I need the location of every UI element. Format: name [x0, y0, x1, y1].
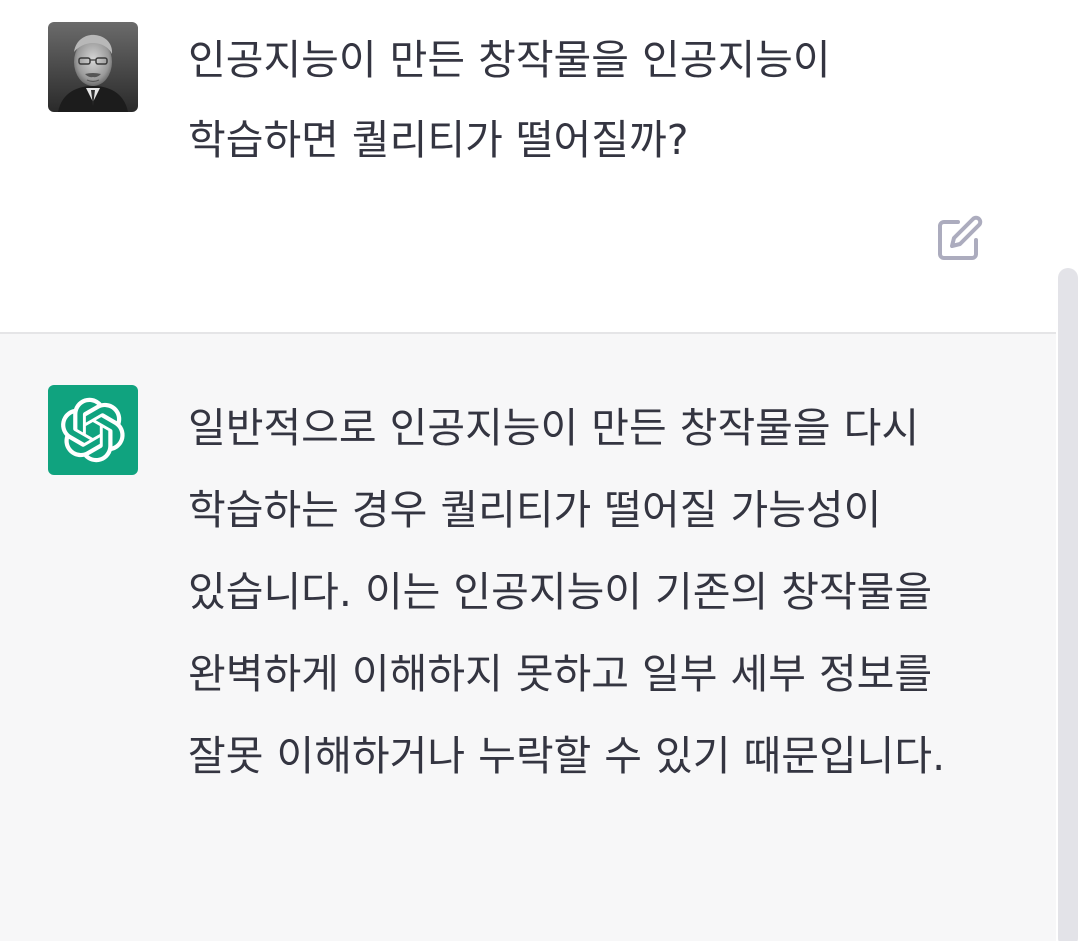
edit-message-button[interactable] [934, 212, 986, 264]
chat-page: 인공지능이 만든 창작물을 인공지능이 학습하면 퀄리티가 떨어질까? 일반적으… [0, 0, 1080, 941]
assistant-message-text: 일반적으로 인공지능이 만든 창작물을 다시 학습하는 경우 퀄리티가 떨어질 … [188, 404, 946, 780]
edit-icon [938, 215, 983, 260]
assistant-avatar [48, 385, 138, 475]
user-portrait-icon [48, 22, 138, 112]
user-avatar [48, 22, 138, 112]
user-message-block: 인공지능이 만든 창작물을 인공지능이 학습하면 퀄리티가 떨어질까? [0, 0, 1080, 334]
scrollbar-thumb[interactable] [1058, 268, 1078, 941]
user-message-text: 인공지능이 만든 창작물을 인공지능이 학습하면 퀄리티가 떨어질까? [188, 36, 831, 164]
openai-logo-icon [61, 397, 125, 463]
assistant-message-block: 일반적으로 인공지능이 만든 창작물을 다시 학습하는 경우 퀄리티가 떨어질 … [0, 334, 1080, 941]
